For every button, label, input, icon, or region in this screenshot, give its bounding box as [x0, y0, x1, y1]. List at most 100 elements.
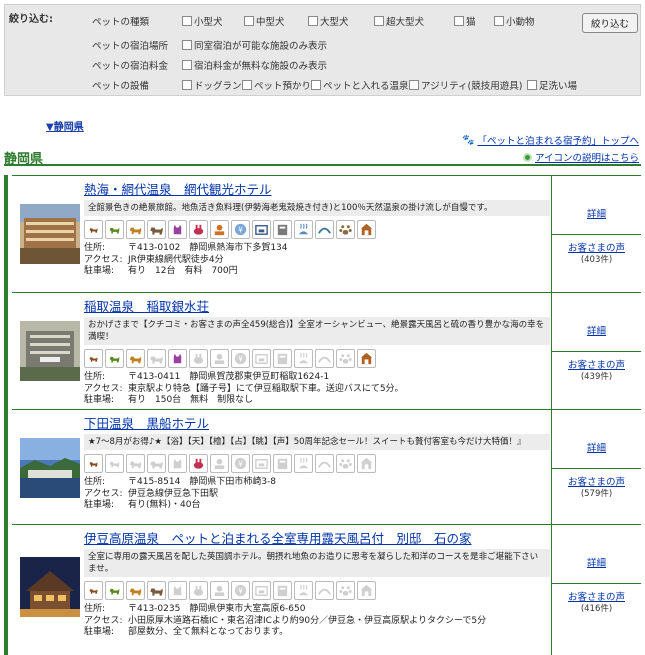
access-value: JR伊東線網代駅徒歩4分: [128, 254, 224, 265]
hotel-photo[interactable]: [20, 557, 80, 617]
dogrun-icon: [252, 454, 271, 473]
filter-option-agility[interactable]: アジリティ(競技用遊具): [409, 78, 527, 92]
filter-label: 絞り込む:: [9, 14, 53, 25]
dog-s-icon: [84, 581, 103, 600]
cat-icon: [168, 454, 187, 473]
filter-option-same-room[interactable]: 同室宿泊が可能な施設のみ表示: [182, 38, 327, 52]
address-row: 住所: 〒413-0235 静岡県伊東市大室高原6-650: [84, 604, 306, 614]
hotel-name-link[interactable]: 伊豆高原温泉 ペットと泊まれる全室専用露天風呂付 別邸 石の家: [84, 530, 550, 547]
address-row: 住所: 〒413-0411 静岡県賀茂郡東伊豆町稲取1624-1: [84, 372, 330, 382]
checkbox[interactable]: [409, 80, 419, 90]
access-row: アクセス: 小田原厚木道路石橋IC・東名沼津ICより約90分／伊豆急・伊豆高原駅よ…: [84, 615, 487, 626]
checkbox[interactable]: [308, 16, 318, 26]
svg-text:¥: ¥: [238, 354, 243, 363]
checkbox[interactable]: [494, 16, 504, 26]
hotel-info: 住所: 〒415-8514 静岡県下田市柿崎3-8 アクセス: 伊豆急線伊豆急下田駅…: [84, 477, 550, 512]
amenity-icons: ¥: [84, 220, 550, 240]
agility-icon: [315, 220, 334, 239]
checkbox[interactable]: [242, 80, 252, 90]
access-row: アクセス: 東京駅より特急【踊子号】にて伊豆稲取駅下車。送迎バスにて5分。: [84, 383, 404, 394]
hotel-name-link[interactable]: 熱海・網代温泉 網代観光ホテル: [84, 181, 550, 198]
hotel-list: 熱海・網代温泉 網代観光ホテル 全館景色きの絶景旅館。地魚活き魚料理(伊勢海老鬼…: [4, 175, 641, 655]
checkbox[interactable]: [311, 80, 321, 90]
detail-link[interactable]: 詳細: [552, 440, 641, 454]
dog-xl-icon: [147, 349, 166, 368]
filter-option-pet-care[interactable]: ペット預かり: [242, 78, 311, 92]
room-icon: [210, 349, 229, 368]
parking-row: 駐車場: 有り 12台 有料 700円: [84, 266, 238, 276]
care-icon: [273, 581, 292, 600]
hotel-icon: [357, 581, 376, 600]
filter-option-free-fee[interactable]: 宿泊料金が無料な施設のみ表示: [182, 58, 327, 72]
hotel-side: 詳細 お客さまの声 (579件): [551, 410, 641, 524]
dog-s-icon: [84, 349, 103, 368]
detail-link[interactable]: 詳細: [552, 206, 641, 220]
filter-option-pet-spa[interactable]: ペットと入れる温泉: [311, 78, 409, 92]
filter-option-large-dog[interactable]: 大型犬: [308, 14, 374, 28]
checkbox[interactable]: [182, 16, 192, 26]
parking-row: 駐車場: 有り(無料)・40台: [84, 500, 201, 510]
dog-l-icon: [126, 454, 145, 473]
top-page-link[interactable]: 🐾 「ペットと泊まれる宿予約」トップへ: [462, 133, 639, 148]
checkbox[interactable]: [374, 16, 384, 26]
hotel-photo[interactable]: [20, 438, 80, 498]
dog-l-icon: [126, 349, 145, 368]
address-value: 〒415-8514 静岡県下田市柿崎3-8: [128, 477, 277, 487]
hotel-photo[interactable]: [20, 321, 80, 381]
hotel-icon: [357, 454, 376, 473]
hotel-description: 全館景色きの絶景旅館。地魚活き魚料理(伊勢海老鬼殻焼き付き)と100％天然温泉の…: [84, 200, 550, 216]
filter-submit-button[interactable]: 絞り込む: [582, 13, 638, 33]
detail-link[interactable]: 詳細: [552, 555, 641, 569]
hotel-main: 熱海・網代温泉 網代観光ホテル 全館景色きの絶景旅館。地魚活き魚料理(伊勢海老鬼…: [84, 181, 550, 278]
fee-icon: ¥: [231, 454, 250, 473]
spa-icon: [294, 349, 313, 368]
parking-value: 有り(無料)・40台: [128, 500, 201, 510]
hotel-side: 詳細 お客さまの声 (403件): [551, 176, 641, 292]
checkbox[interactable]: [527, 80, 537, 90]
detail-link[interactable]: 詳細: [552, 323, 641, 337]
checkbox[interactable]: [182, 60, 192, 70]
reviews-link[interactable]: お客さまの声: [552, 589, 641, 603]
divider: [552, 583, 641, 584]
parking-value: 有り 150台 無料 制限なし: [128, 395, 254, 405]
dog-xl-icon: [147, 454, 166, 473]
hotel-card: 伊豆高原温泉 ペットと泊まれる全室専用露天風呂付 別邸 石の家 全室に専用の露天…: [12, 524, 641, 655]
dog-xl-icon: [147, 220, 166, 239]
filter-option-small-animal[interactable]: 小動物: [494, 14, 535, 28]
dog-s-icon: [84, 220, 103, 239]
filter-option-cat[interactable]: 猫: [454, 14, 494, 28]
filter-option-xlarge-dog[interactable]: 超大型犬: [374, 14, 454, 28]
room-icon: [210, 581, 229, 600]
hotel-card: 下田温泉 黒船ホテル ★7～8月がお得♪★【浴】【天】【檜】【占】【眺】【声】5…: [12, 409, 641, 524]
filter-option-footwash[interactable]: 足洗い場: [527, 78, 577, 92]
filter-option-small-dog[interactable]: 小型犬: [182, 14, 244, 28]
top-page-link-label: 「ペットと泊まれる宿予約」トップへ: [477, 136, 639, 147]
reviews-link[interactable]: お客さまの声: [552, 357, 641, 371]
reviews-link[interactable]: お客さまの声: [552, 240, 641, 254]
hotel-photo[interactable]: [20, 204, 80, 264]
dog-m-icon: [105, 581, 124, 600]
hotel-main: 伊豆高原温泉 ペットと泊まれる全室専用露天風呂付 別邸 石の家 全室に専用の露天…: [84, 530, 550, 639]
address-value: 〒413-0235 静岡県伊東市大室高原6-650: [128, 604, 306, 614]
svg-text:¥: ¥: [238, 459, 243, 468]
hotel-description: 全室に専用の露天風呂を配した英国調ホテル。朝摂れ地魚のお造りに思考を凝らした和洋…: [84, 549, 550, 577]
filter-option-medium-dog[interactable]: 中型犬: [244, 14, 308, 28]
filter-option-dogrun[interactable]: ドッグラン: [182, 78, 242, 92]
svg-text:¥: ¥: [238, 225, 243, 234]
reviews-link[interactable]: お客さまの声: [552, 474, 641, 488]
small-animal-icon: [189, 220, 208, 239]
small-animal-icon: [189, 349, 208, 368]
hotel-name-link[interactable]: 稲取温泉 稲取銀水荘: [84, 298, 550, 315]
checkbox[interactable]: [244, 16, 254, 26]
prefecture-anchor-link[interactable]: ▼静岡県: [46, 118, 84, 133]
checkbox[interactable]: [182, 40, 192, 50]
hotel-side: 詳細 お客さまの声 (416件): [551, 525, 641, 655]
checkbox[interactable]: [182, 80, 192, 90]
fee-icon: ¥: [231, 220, 250, 239]
small-animal-icon: [189, 581, 208, 600]
checkbox[interactable]: [454, 16, 464, 26]
filter-row-name: ペットの種類: [92, 17, 150, 28]
fee-icon: ¥: [231, 349, 250, 368]
hotel-name-link[interactable]: 下田温泉 黒船ホテル: [84, 415, 550, 432]
icon-legend-link[interactable]: アイコンの説明はこちら: [522, 150, 639, 164]
